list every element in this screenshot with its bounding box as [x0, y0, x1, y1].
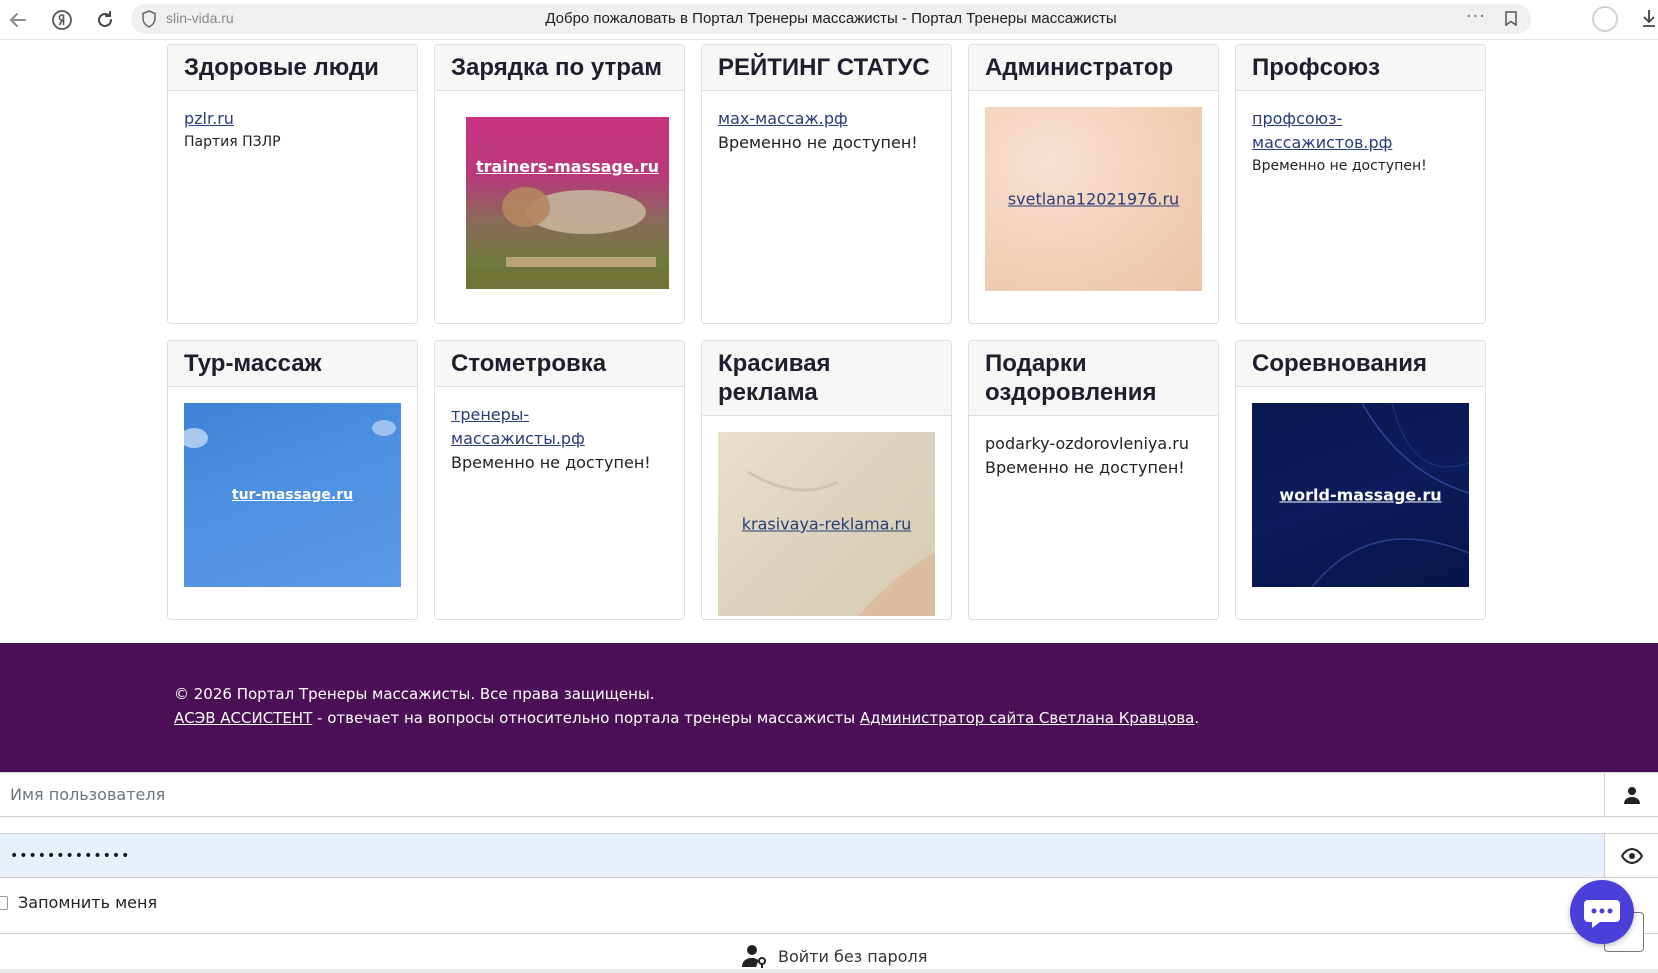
image-link-label[interactable]: trainers-massage.ru: [466, 157, 669, 176]
footer-assistant-line: АСЭВ АССИСТЕНТ - отвечает на вопросы отн…: [174, 709, 1199, 727]
card-title: Соревнования: [1252, 350, 1427, 377]
card-title: Стометровка: [451, 350, 607, 377]
card-title: РЕЙТИНГ СТАТУС: [718, 54, 930, 81]
card-text: Временно не доступен!: [1252, 158, 1427, 174]
card-image-link[interactable]: world-massage.ru: [1252, 403, 1469, 587]
username-row: [0, 772, 1658, 817]
reload-icon[interactable]: [93, 8, 117, 32]
card-body: мах-массаж.рф Временно не доступен!: [702, 91, 951, 171]
card-competitions: Соревнования world-massage.ru: [1235, 340, 1486, 620]
card-title: Подарки оздоровления: [985, 350, 1157, 406]
username-input[interactable]: [0, 773, 1604, 816]
download-icon[interactable]: [1640, 8, 1658, 33]
footer-period: .: [1194, 709, 1200, 727]
remember-label: Запомнить меня: [18, 893, 158, 912]
page-title: Добро пожаловать в Портал Тренеры массаж…: [545, 10, 1117, 27]
card-header: Соревнования: [1236, 341, 1485, 387]
woman-plank-image: [466, 187, 669, 289]
card-link: podarky-ozdorovleniya.ru: [985, 434, 1190, 453]
card-tour-massage: Тур-массаж tur-massage.ru: [167, 340, 418, 620]
card-title: Зарядка по утрам: [451, 54, 662, 81]
card-rating-status: РЕЙТИНГ СТАТУС мах-массаж.рф Временно не…: [701, 44, 952, 324]
assistant-link[interactable]: АСЭВ АССИСТЕНТ: [174, 709, 312, 727]
card-image-link[interactable]: tur-massage.ru: [184, 403, 401, 587]
image-link-label[interactable]: svetlana12021976.ru: [985, 190, 1202, 209]
horizontal-scrollbar[interactable]: [0, 969, 1658, 973]
chat-button[interactable]: [1570, 880, 1634, 944]
username-addon: [1604, 773, 1658, 816]
more-icon[interactable]: ···: [1466, 6, 1486, 27]
user-key-icon: [742, 945, 766, 968]
image-link-label[interactable]: world-massage.ru: [1252, 486, 1469, 505]
card-header: РЕЙТИНГ СТАТУС: [702, 45, 951, 91]
card-title: Профсоюз: [1252, 54, 1381, 81]
yandex-logo-icon[interactable]: [50, 8, 74, 32]
card-healthy-people: Здоровые люди pzlr.ru Партия ПЗЛР: [167, 44, 418, 324]
card-body: podarky-ozdorovleniya.ru Временно не дос…: [969, 416, 1218, 496]
card-health-gifts: Подарки оздоровления podarky-ozdorovleni…: [968, 340, 1219, 620]
card-link[interactable]: тренеры-массажисты.рф: [451, 403, 585, 451]
card-image-link[interactable]: svetlana12021976.ru: [985, 107, 1202, 291]
footer-text: - отвечает на вопросы относительно порта…: [312, 709, 860, 727]
card-text: Партия ПЗЛР: [184, 134, 281, 150]
browser-toolbar: slin-vida.ru Добро пожаловать в Портал Т…: [0, 0, 1658, 40]
card-header: Здоровые люди: [168, 45, 417, 91]
card-header: Администратор: [969, 45, 1218, 91]
site-footer: © 2026 Портал Тренеры массажисты. Все пр…: [0, 643, 1658, 773]
user-icon: [1624, 787, 1640, 804]
card-header: Красивая реклама: [702, 341, 951, 416]
extension-icon[interactable]: [1592, 6, 1618, 32]
card-title: Красивая реклама: [718, 350, 831, 406]
card-text: Временно не доступен!: [985, 458, 1185, 477]
bookmark-icon[interactable]: [1505, 11, 1517, 27]
card-title: Администратор: [985, 54, 1174, 81]
card-header: Профсоюз: [1236, 45, 1485, 91]
card-header: Зарядка по утрам: [435, 45, 684, 91]
card-header: Подарки оздоровления: [969, 341, 1218, 416]
password-row: •••••••••••••: [0, 833, 1658, 878]
login-without-password-label: Войти без пароля: [778, 947, 928, 966]
image-link-label[interactable]: krasivaya-reklama.ru: [718, 515, 935, 534]
card-text: Временно не доступен!: [718, 133, 918, 152]
password-input[interactable]: •••••••••••••: [0, 834, 1604, 877]
image-link-label[interactable]: tur-massage.ru: [184, 487, 401, 503]
card-link[interactable]: мах-массаж.рф: [718, 107, 848, 131]
eye-icon[interactable]: [1621, 848, 1643, 864]
card-trade-union: Профсоюз профсоюз-массажистов.рф Временн…: [1235, 44, 1486, 324]
card-hundred-meters: Стометровка тренеры-массажисты.рф Времен…: [434, 340, 685, 620]
divider: [0, 933, 1658, 934]
address-bar[interactable]: slin-vida.ru Добро пожаловать в Портал Т…: [131, 4, 1531, 34]
card-body: тренеры-массажисты.рф Временно не доступ…: [435, 387, 684, 491]
card-link[interactable]: pzlr.ru: [184, 107, 234, 131]
footer-copyright: © 2026 Портал Тренеры массажисты. Все пр…: [174, 685, 655, 703]
card-header: Стометровка: [435, 341, 684, 387]
card-morning-exercise: Зарядка по утрам trainers-massage.ru: [434, 44, 685, 324]
remember-checkbox[interactable]: [0, 896, 8, 910]
back-arrow-icon[interactable]: [6, 8, 30, 32]
card-text: Временно не доступен!: [451, 453, 651, 472]
card-image-link[interactable]: trainers-massage.ru: [466, 117, 669, 289]
card-body: профсоюз-массажистов.рф Временно не дост…: [1236, 91, 1485, 193]
card-image-link[interactable]: krasivaya-reklama.ru: [718, 432, 935, 616]
password-addon[interactable]: [1604, 834, 1658, 877]
card-header: Тур-массаж: [168, 341, 417, 387]
card-title: Здоровые люди: [184, 54, 379, 81]
admin-link[interactable]: Администратор сайта Светлана Кравцова: [860, 709, 1195, 727]
card-title: Тур-массаж: [184, 350, 322, 377]
card-body: pzlr.ru Партия ПЗЛР: [168, 91, 417, 169]
card-administrator: Администратор svetlana12021976.ru: [968, 44, 1219, 324]
card-link[interactable]: профсоюз-массажистов.рф: [1252, 107, 1469, 155]
card-beautiful-ads: Красивая реклама krasivaya-reklama.ru: [701, 340, 952, 620]
chat-bubble-icon: [1584, 900, 1620, 928]
